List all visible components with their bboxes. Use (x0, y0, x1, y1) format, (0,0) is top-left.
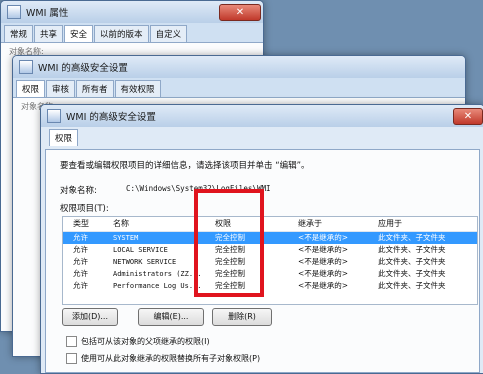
checkbox-label: 使用可从此对象继承的权限替换所有子对象权限(P) (81, 354, 261, 363)
tab-auditing[interactable]: 审核 (46, 80, 76, 97)
row-type: 允许 (73, 245, 88, 254)
tab-permissions[interactable]: 权限 (49, 129, 79, 146)
tab-permissions[interactable]: 权限 (16, 80, 46, 97)
row-type: 允许 (73, 257, 88, 266)
column-inherited-from[interactable]: 继承于 (298, 218, 322, 229)
highlight-annotation-box (194, 189, 264, 297)
row-name: NETWORK SERVICE (113, 258, 177, 266)
tab-customize[interactable]: 自定义 (149, 25, 188, 42)
window-title: WMI 的高级安全设置 (66, 112, 156, 123)
row-inherited-from: <不是继承的> (298, 233, 349, 242)
add-button[interactable]: 添加(D)... (62, 308, 118, 326)
row-applies-to: 此文件夹、子文件夹 (378, 269, 446, 278)
tab-previous-versions[interactable]: 以前的版本 (94, 25, 149, 42)
title-bar: WMI 的高级安全设置 (41, 105, 483, 127)
remove-button[interactable]: 删除(R) (212, 308, 272, 326)
folder-icon (7, 5, 21, 19)
row-type: 允许 (73, 269, 88, 278)
row-inherited-from: <不是继承的> (298, 269, 349, 278)
instructions-text: 要查看或编辑权限项目的详细信息，请选择该项目并单击 “编辑”。 (60, 161, 310, 171)
close-button[interactable]: ✕ (219, 4, 261, 21)
row-inherited-from: <不是继承的> (298, 281, 349, 290)
row-applies-to: 此文件夹、子文件夹 (378, 233, 446, 242)
column-applies-to[interactable]: 应用于 (378, 218, 402, 229)
close-button[interactable]: ✕ (453, 108, 483, 125)
checkbox-box[interactable] (66, 336, 77, 347)
checkbox-box[interactable] (66, 353, 77, 364)
row-name: Performance Log Us... (113, 282, 202, 290)
tab-general[interactable]: 常规 (4, 25, 34, 42)
include-inheritable-checkbox[interactable]: 包括可从该对象的父项继承的权限(I) (66, 336, 210, 347)
tab-security[interactable]: 安全 (64, 25, 94, 42)
row-name: SYSTEM (113, 234, 139, 242)
row-applies-to: 此文件夹、子文件夹 (378, 281, 446, 290)
permission-entries-list[interactable]: 类型 名称 权限 继承于 应用于 允许 SYSTEM 完全控制 <不是继承的> … (62, 216, 478, 305)
row-inherited-from: <不是继承的> (298, 245, 349, 254)
title-bar: WMI 的高级安全设置 (13, 56, 465, 78)
window-title: WMI 的高级安全设置 (38, 63, 128, 74)
tab-strip: 权限 审核 所有者 有效权限 (13, 78, 465, 97)
tab-sharing[interactable]: 共享 (34, 25, 64, 42)
table-row[interactable]: 允许 SYSTEM 完全控制 <不是继承的> 此文件夹、子文件夹 (63, 232, 477, 244)
row-type: 允许 (73, 281, 88, 290)
folder-icon (47, 109, 61, 123)
table-row[interactable]: 允许 Performance Log Us... 完全控制 <不是继承的> 此文… (63, 280, 477, 292)
list-header: 类型 名称 权限 继承于 应用于 (63, 217, 477, 232)
table-row[interactable]: 允许 NETWORK SERVICE 完全控制 <不是继承的> 此文件夹、子文件… (63, 256, 477, 268)
window-title: WMI 属性 (26, 8, 69, 19)
row-inherited-from: <不是继承的> (298, 257, 349, 266)
row-name: Administrators (ZZ... (113, 270, 202, 278)
table-row[interactable]: 允许 Administrators (ZZ... 完全控制 <不是继承的> 此文… (63, 268, 477, 280)
tab-strip: 权限 (41, 127, 483, 146)
row-applies-to: 此文件夹、子文件夹 (378, 245, 446, 254)
column-name[interactable]: 名称 (113, 218, 129, 229)
row-applies-to: 此文件夹、子文件夹 (378, 257, 446, 266)
checkbox-label: 包括可从该对象的父项继承的权限(I) (81, 337, 210, 346)
column-type[interactable]: 类型 (73, 218, 89, 229)
tab-owner[interactable]: 所有者 (76, 80, 114, 97)
table-row[interactable]: 允许 LOCAL SERVICE 完全控制 <不是继承的> 此文件夹、子文件夹 (63, 244, 477, 256)
tab-effective-permissions[interactable]: 有效权限 (114, 80, 161, 97)
folder-icon (19, 60, 33, 74)
edit-button[interactable]: 编辑(E)... (138, 308, 204, 326)
replace-child-permissions-checkbox[interactable]: 使用可从此对象继承的权限替换所有子对象权限(P) (66, 353, 260, 364)
row-name: LOCAL SERVICE (113, 246, 168, 254)
row-type: 允许 (73, 233, 88, 242)
permission-entries-label: 权限项目(T): (60, 204, 109, 214)
object-name-label: 对象名称: (60, 186, 97, 196)
tab-strip: 常规 共享 安全 以前的版本 自定义 (1, 23, 263, 42)
